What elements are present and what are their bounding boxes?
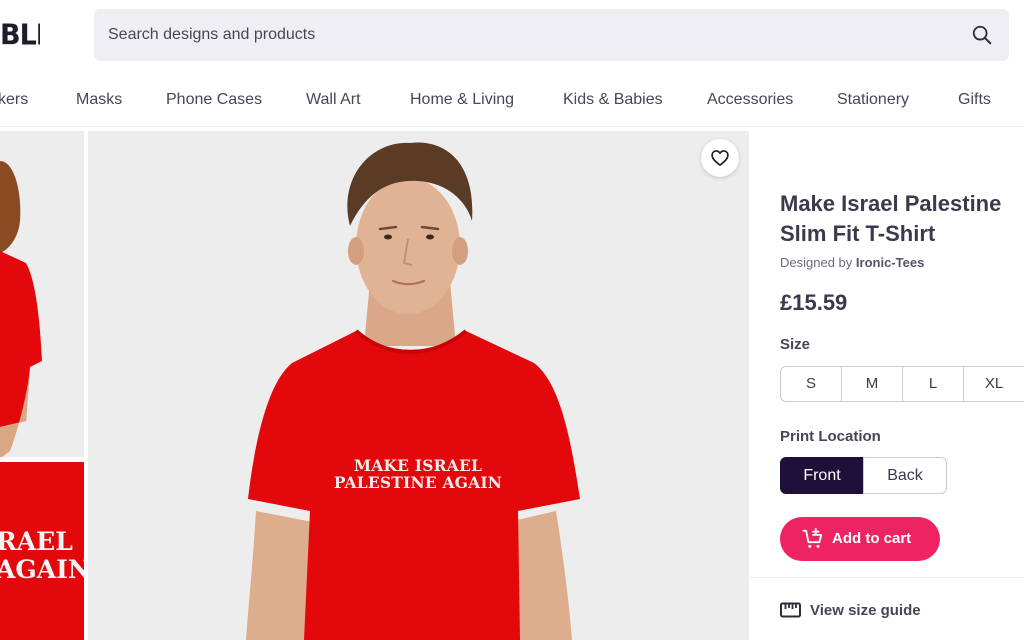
print-location-back[interactable]: Back (863, 457, 947, 494)
thumbnail-print-line: RAEL (0, 527, 73, 556)
search-bar[interactable]: Search designs and products (94, 9, 1009, 61)
size-option-l[interactable]: L (902, 366, 964, 402)
nav-item-masks[interactable]: Masks (76, 78, 122, 122)
shirt-print-text: MAKE ISRAEL PALESTINE AGAIN (333, 457, 503, 491)
add-to-cart-button[interactable]: Add to cart (780, 517, 940, 561)
print-location-front[interactable]: Front (780, 457, 864, 494)
print-location-label: Print Location (780, 428, 881, 445)
nav-item-phone-cases[interactable]: Phone Cases (166, 78, 262, 122)
heart-icon (711, 150, 729, 166)
nav-item-stationery[interactable]: Stationery (837, 78, 909, 122)
product-details-panel: Make Israel Palestine Slim Fit T-Shirt D… (750, 131, 1024, 640)
size-option-xl[interactable]: XL (963, 366, 1024, 402)
ruler-icon (780, 602, 801, 618)
thumbnail-model-image (0, 131, 84, 457)
nav-item-gifts[interactable]: Gifts (958, 78, 991, 122)
search-icon[interactable] (971, 24, 993, 46)
nav-item-accessories[interactable]: Accessories (707, 78, 793, 122)
main-product-image[interactable]: MAKE ISRAEL PALESTINE AGAIN (88, 131, 749, 640)
nav-item-kids-babies[interactable]: Kids & Babies (563, 78, 663, 122)
gallery-thumbnail-model[interactable] (0, 131, 84, 457)
size-guide-label: View size guide (810, 602, 921, 619)
favorite-button[interactable] (701, 139, 739, 177)
shirt-print-line: MAKE ISRAEL (353, 456, 483, 475)
designer-credit: Designed by Ironic-Tees (780, 255, 924, 270)
designer-link[interactable]: Ironic-Tees (856, 255, 924, 270)
product-title-line: Slim Fit T-Shirt (780, 221, 936, 246)
logo-text: BLE (0, 19, 40, 52)
logo[interactable]: BLE (0, 14, 40, 58)
nav-item-home-living[interactable]: Home & Living (410, 78, 514, 122)
size-label: Size (780, 336, 811, 353)
nav-item-wall-art[interactable]: Wall Art (306, 78, 361, 122)
add-to-cart-label: Add to cart (832, 530, 912, 547)
nav-item-stickers[interactable]: kers (0, 78, 28, 122)
designed-by-label: Designed by (780, 255, 853, 270)
product-title-line: Make Israel Palestine (780, 191, 1002, 216)
panel-divider (750, 577, 1024, 578)
gallery-thumbnail-print[interactable]: RAEL AGAIN (0, 462, 84, 640)
nav-divider (0, 126, 1024, 127)
size-option-m[interactable]: M (841, 366, 903, 402)
cart-plus-icon (802, 528, 823, 548)
size-option-s[interactable]: S (780, 366, 842, 402)
thumbnail-print-line: AGAIN (0, 555, 84, 584)
shirt-print-line: PALESTINE AGAIN (333, 473, 503, 492)
product-title: Make Israel Palestine Slim Fit T-Shirt (780, 189, 1024, 249)
size-selector: S M L XL (780, 366, 1024, 402)
print-location-selector: Front Back (780, 457, 947, 494)
product-price: £15.59 (780, 290, 848, 315)
model-wearing-shirt (88, 131, 749, 640)
thumbnail-print-text: RAEL AGAIN (0, 528, 84, 584)
search-input[interactable]: Search designs and products (108, 9, 315, 61)
category-nav: kers Masks Phone Cases Wall Art Home & L… (0, 78, 1024, 122)
